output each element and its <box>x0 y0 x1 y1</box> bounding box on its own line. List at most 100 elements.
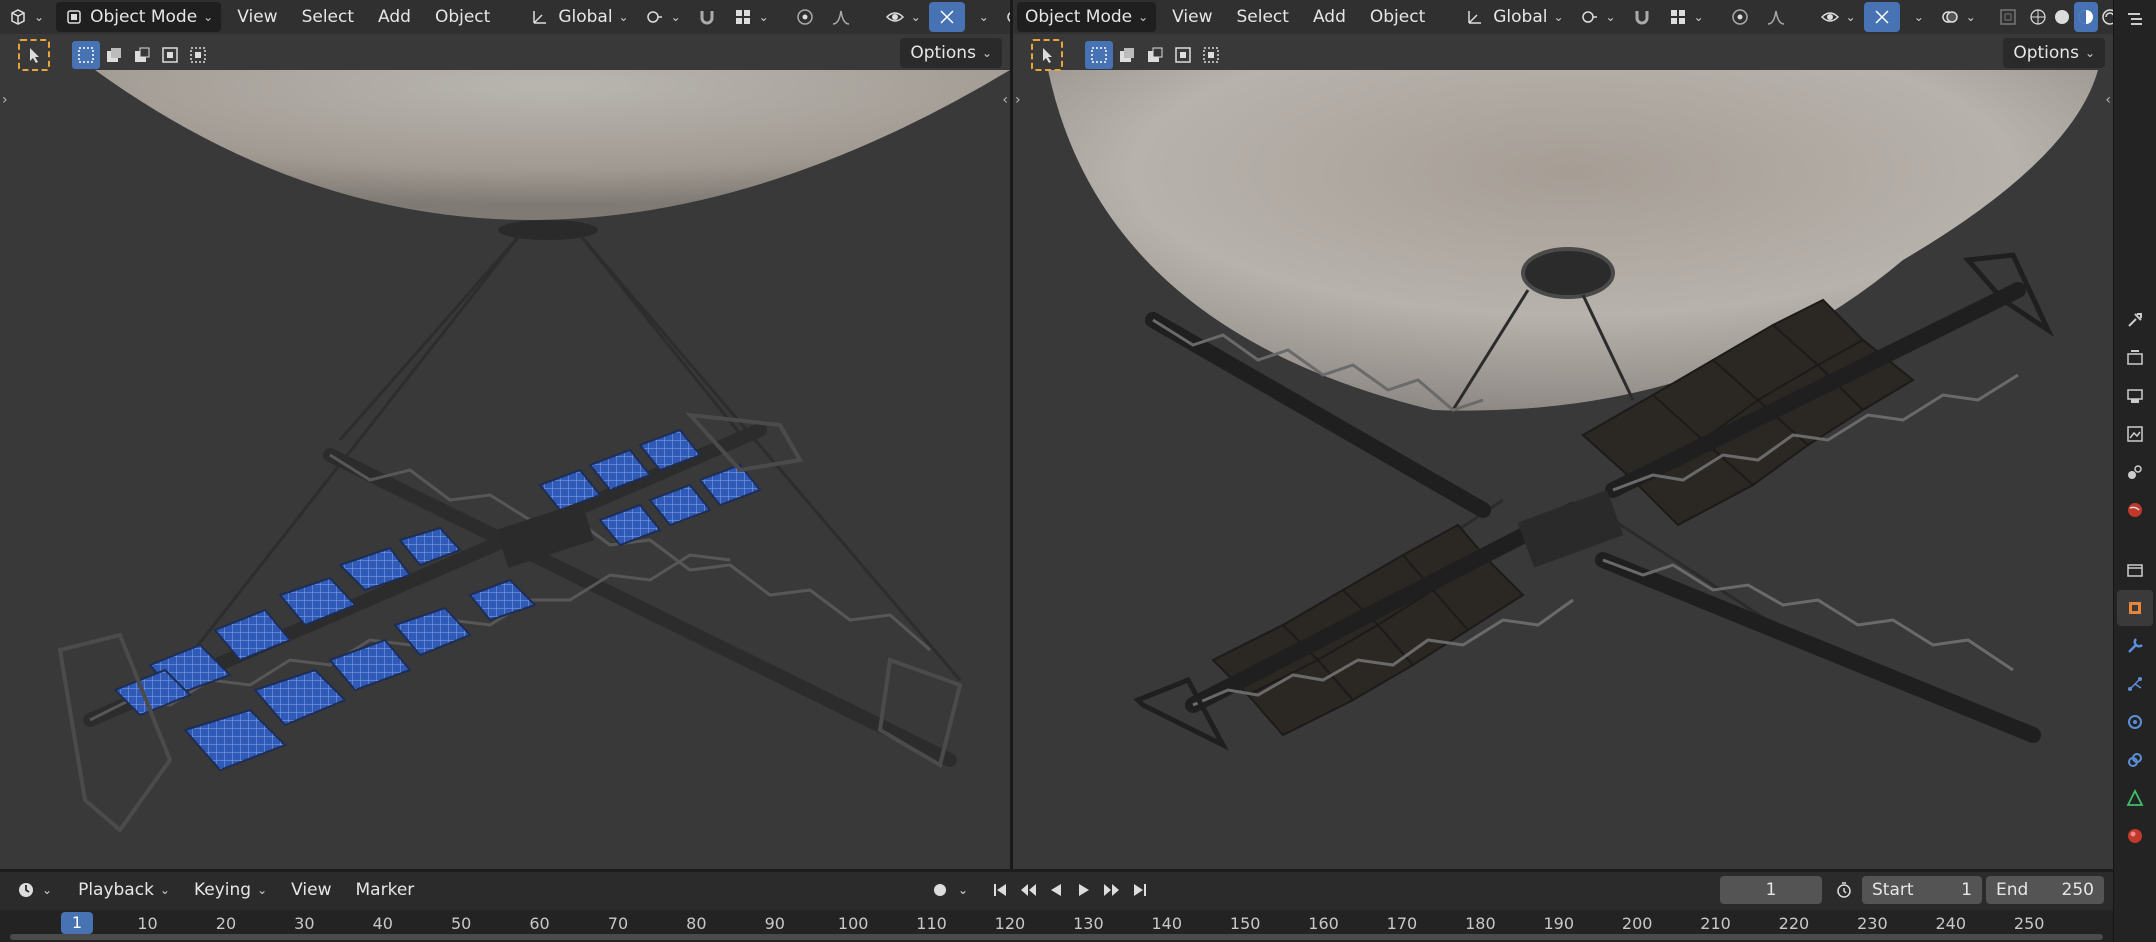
gizmo-toggle[interactable] <box>928 2 965 32</box>
select-mode-subtract[interactable] <box>1141 41 1169 69</box>
viewport-right[interactable]: Object Mode ⌄ View Select Add Object Glo… <box>1013 0 2113 869</box>
auto-keying-toggle[interactable] <box>926 876 954 904</box>
properties-tab-physics[interactable] <box>2117 704 2153 740</box>
pivot-dropdown[interactable]: ⌄ <box>1572 2 1624 32</box>
end-frame-field[interactable]: End 250 <box>1986 875 2104 904</box>
menu-add[interactable]: Add <box>366 2 423 32</box>
shading-rendered[interactable] <box>2098 2 2113 32</box>
mode-dropdown[interactable]: Object Mode ⌄ <box>1017 2 1157 32</box>
menu-view[interactable]: View <box>1160 2 1224 32</box>
properties-tab-tool[interactable] <box>2117 302 2153 338</box>
transform-orientation-dropdown[interactable]: Global ⌄ <box>1457 2 1571 32</box>
shading-wireframe[interactable] <box>2026 2 2050 32</box>
select-mode-invert[interactable] <box>1169 41 1197 69</box>
overlays-toggle[interactable]: ⌄ <box>1932 2 1984 32</box>
play-button[interactable] <box>1070 876 1098 904</box>
select-mode-subtract[interactable] <box>128 41 156 69</box>
chevron-down-icon: ⌄ <box>257 882 268 897</box>
data-icon <box>2126 788 2144 806</box>
playback-controls: ⌄ <box>926 876 1154 904</box>
timeline-scrollbar[interactable] <box>10 934 2103 940</box>
playback-label: Playback <box>78 879 154 900</box>
shading-solid[interactable] <box>2050 2 2074 32</box>
select-box-tool[interactable] <box>1031 39 1063 71</box>
toolbar-expand-arrow[interactable]: › <box>2 92 8 108</box>
select-mode-extend[interactable] <box>1113 41 1141 69</box>
select-mode-new[interactable] <box>72 41 100 69</box>
transform-orientation-dropdown[interactable]: Global ⌄ <box>522 2 636 32</box>
timeline-menu-view[interactable]: View <box>279 875 343 905</box>
timeline-menu-playback[interactable]: Playback ⌄ <box>66 875 182 905</box>
falloff-dropdown[interactable] <box>823 2 859 32</box>
properties-tab-collection[interactable] <box>2117 552 2153 588</box>
chevron-down-icon: ⌄ <box>981 46 992 60</box>
properties-tab-render[interactable] <box>2117 340 2153 376</box>
mode-dropdown[interactable]: Object Mode ⌄ <box>56 2 222 32</box>
select-mode-invert[interactable] <box>156 41 184 69</box>
shading-material-preview[interactable] <box>2073 2 2098 32</box>
select-mode-extend[interactable] <box>100 41 128 69</box>
overlays-toggle[interactable]: ⌄ <box>997 2 1010 32</box>
ruler-tick-label: 230 <box>1857 914 1888 933</box>
timeline-menu-marker[interactable]: Marker <box>344 875 427 905</box>
jump-to-keyframe-back-button[interactable] <box>1014 876 1042 904</box>
jump-to-keyframe-forward-button[interactable] <box>1098 876 1126 904</box>
select-box-tool[interactable] <box>18 39 50 71</box>
gizmo-dropdown[interactable]: ⌄ <box>1900 2 1932 32</box>
properties-tab-material[interactable] <box>2117 818 2153 854</box>
gizmo-toggle[interactable] <box>1863 2 1900 32</box>
menu-select[interactable]: Select <box>1225 2 1301 32</box>
properties-tab-output[interactable] <box>2117 378 2153 414</box>
properties-tab-constraints[interactable] <box>2117 742 2153 778</box>
start-frame-field[interactable]: Start 1 <box>1862 875 1982 904</box>
viewport-left[interactable]: ⌄ Object Mode ⌄ View Select Add Object G… <box>0 0 1010 869</box>
select-mode-new[interactable] <box>1085 41 1113 69</box>
outliner-icon <box>2128 13 2142 25</box>
timeline-menu-keying[interactable]: Keying ⌄ <box>182 875 279 905</box>
current-frame-marker[interactable]: 1 <box>61 912 93 934</box>
keying-options-dropdown[interactable]: ⌄ <box>954 876 972 904</box>
xray-toggle[interactable] <box>1990 2 2026 32</box>
menu-view[interactable]: View <box>225 2 289 32</box>
sidebar-expand-arrow[interactable]: ‹ <box>2105 92 2111 108</box>
visibility-dropdown[interactable]: ⌄ <box>877 2 929 32</box>
options-dropdown[interactable]: Options ⌄ <box>2003 38 2105 68</box>
timeline-editor-type-button[interactable]: ⌄ <box>8 875 60 905</box>
snap-toggle[interactable] <box>689 2 725 32</box>
snap-toggle[interactable] <box>1624 2 1660 32</box>
eye-icon <box>1820 12 1839 22</box>
chevron-down-icon: ⌄ <box>42 882 53 897</box>
jump-to-end-button[interactable] <box>1126 876 1154 904</box>
proportional-edit-toggle[interactable] <box>787 2 823 32</box>
preview-range-toggle[interactable] <box>1830 876 1858 904</box>
snap-target-dropdown[interactable]: ⌄ <box>725 2 777 32</box>
select-mode-intersect[interactable] <box>184 41 212 69</box>
sidebar-expand-arrow[interactable]: ‹ <box>1002 92 1008 108</box>
falloff-dropdown[interactable] <box>1758 2 1794 32</box>
options-dropdown[interactable]: Options ⌄ <box>900 38 1002 68</box>
properties-tab-view-layer[interactable] <box>2117 416 2153 452</box>
snap-target-dropdown[interactable]: ⌄ <box>1660 2 1712 32</box>
properties-tab-modifier[interactable] <box>2117 628 2153 664</box>
gizmo-dropdown[interactable]: ⌄ <box>965 2 997 32</box>
menu-object[interactable]: Object <box>423 2 502 32</box>
menu-object[interactable]: Object <box>1358 2 1437 32</box>
record-icon <box>934 883 946 896</box>
toolbar-expand-arrow[interactable]: › <box>1015 92 1021 108</box>
properties-tab-data[interactable] <box>2117 780 2153 816</box>
properties-tab-object[interactable] <box>2117 590 2153 626</box>
select-mode-intersect[interactable] <box>1197 41 1225 69</box>
proportional-edit-toggle[interactable] <box>1722 2 1758 32</box>
jump-to-start-button[interactable] <box>986 876 1014 904</box>
visibility-dropdown[interactable]: ⌄ <box>1812 2 1864 32</box>
current-frame-field[interactable]: 1 <box>1720 875 1822 904</box>
editor-type-button[interactable]: ⌄ <box>0 2 52 32</box>
menu-add[interactable]: Add <box>1301 2 1358 32</box>
properties-tab-scene[interactable] <box>2117 454 2153 490</box>
pivot-dropdown[interactable]: ⌄ <box>637 2 689 32</box>
menu-select[interactable]: Select <box>290 2 366 32</box>
outliner-filter-button[interactable] <box>2117 2 2153 38</box>
play-reverse-button[interactable] <box>1042 876 1070 904</box>
properties-tab-particles[interactable] <box>2117 666 2153 702</box>
properties-tab-world[interactable] <box>2117 492 2153 528</box>
